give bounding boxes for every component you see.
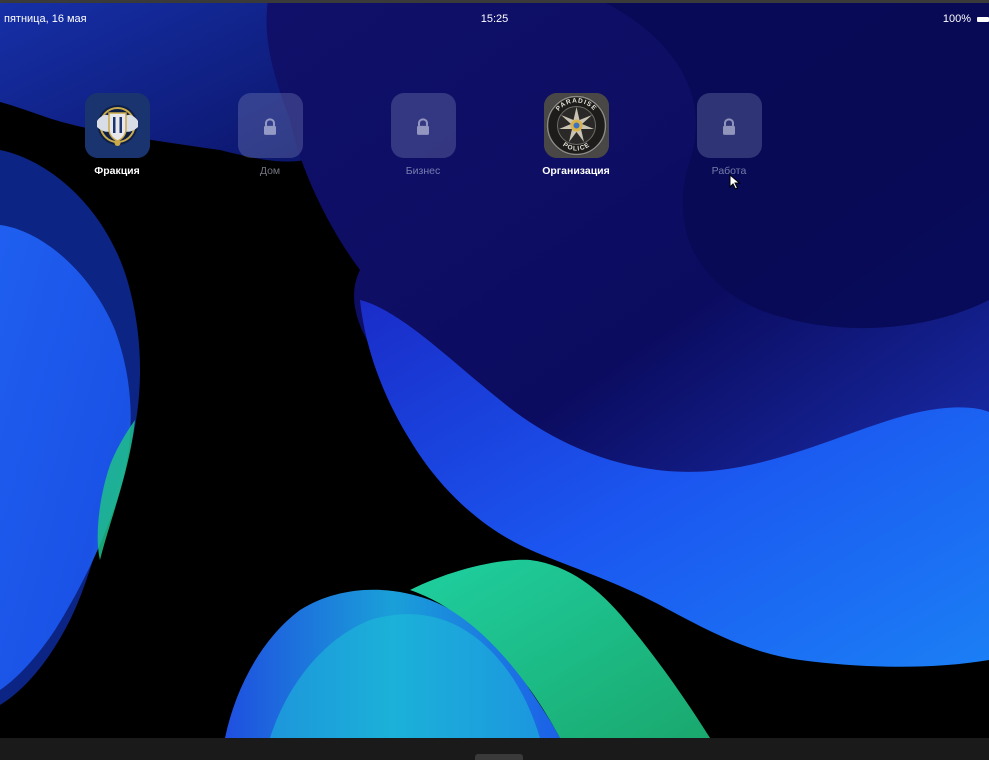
locked-app-tile xyxy=(696,93,762,158)
app-faction[interactable]: Фракция xyxy=(67,93,167,177)
lock-icon xyxy=(264,117,276,135)
battery-percentage: 100% xyxy=(942,13,971,25)
app-label: Дом xyxy=(259,165,281,177)
police-badge-icon: PARADISE POLICE xyxy=(543,93,609,158)
locked-app-tile xyxy=(390,93,456,158)
locked-app-tile xyxy=(237,93,303,158)
tablet-home-screen: пятница, 16 мая 15:25 100% Фракция Дом Б… xyxy=(0,0,989,760)
app-home[interactable]: Дом xyxy=(220,93,320,177)
app-organization[interactable]: PARADISE POLICE Организация xyxy=(526,93,626,177)
top-edge xyxy=(0,0,989,3)
home-indicator[interactable] xyxy=(475,754,523,760)
status-battery: 100% xyxy=(943,13,989,25)
app-work[interactable]: Работа xyxy=(679,93,779,177)
battery-icon xyxy=(977,16,989,22)
app-label: Фракция xyxy=(94,165,140,177)
mouse-cursor-icon xyxy=(729,174,741,190)
lock-icon xyxy=(723,117,735,135)
app-label: Бизнес xyxy=(405,165,441,177)
app-label: Организация xyxy=(542,165,610,177)
app-business[interactable]: Бизнес xyxy=(373,93,473,177)
status-bar: пятница, 16 мая 15:25 100% xyxy=(0,10,989,28)
status-time: 15:25 xyxy=(480,13,509,25)
faction-emblem-icon xyxy=(84,93,150,158)
lock-icon xyxy=(417,117,429,135)
